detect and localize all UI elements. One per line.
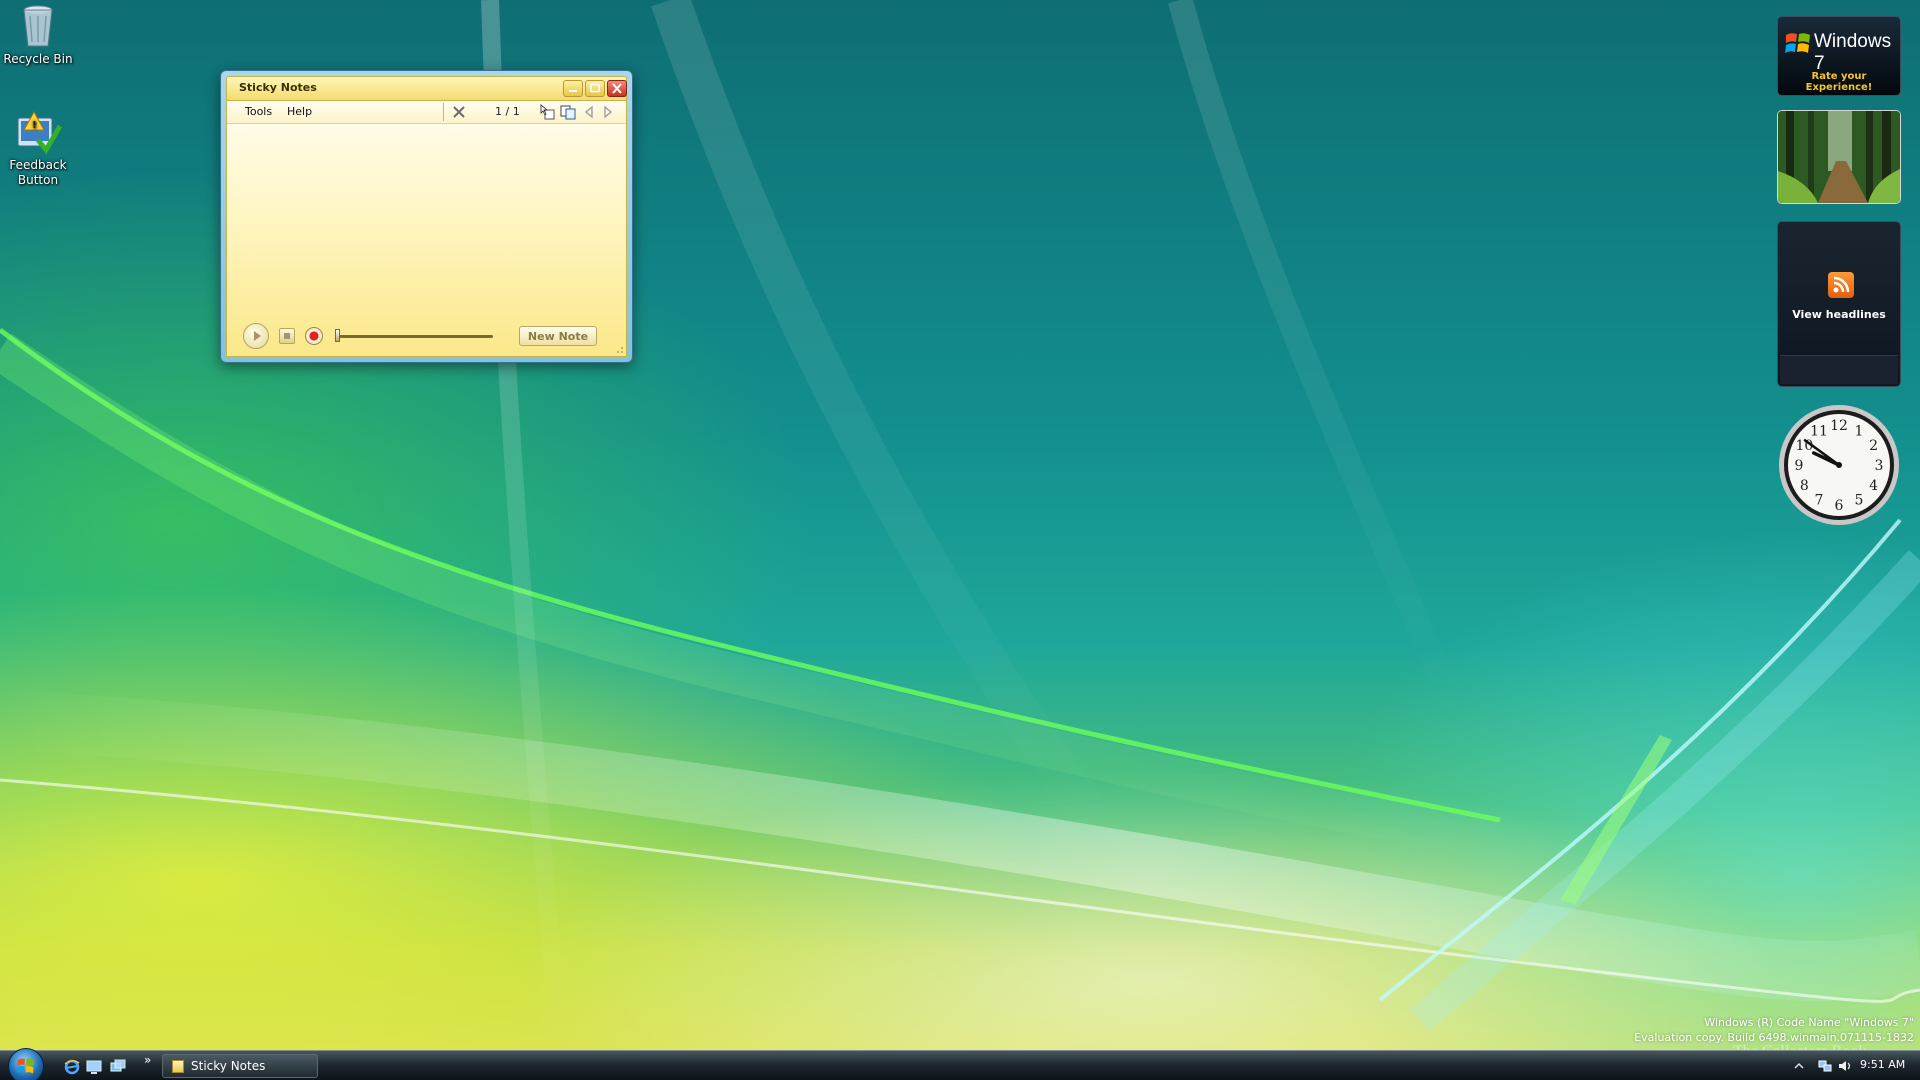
- record-button[interactable]: [305, 327, 323, 345]
- maximize-button[interactable]: [585, 80, 605, 97]
- watermark-line-1: Windows (R) Code Name "Windows 7": [1704, 1016, 1914, 1029]
- recycle-bin-icon: [23, 5, 53, 47]
- page-counter: 1 / 1: [495, 105, 520, 118]
- clock-numeral: 9: [1795, 458, 1804, 474]
- audio-seek-track[interactable]: [335, 335, 493, 338]
- feeds-footer: [1780, 355, 1898, 384]
- play-button[interactable]: [243, 323, 269, 349]
- slideshow-gadget[interactable]: [1777, 110, 1901, 204]
- taskbar-clock[interactable]: 9:51 AM: [1860, 1058, 1905, 1071]
- close-icon: [612, 83, 622, 94]
- windows7-gadget[interactable]: Windows 7 Rate your Experience!: [1777, 16, 1901, 96]
- clock-numeral: 3: [1875, 458, 1884, 474]
- windows7-title: Windows 7: [1814, 31, 1892, 74]
- send-note-icon[interactable]: [540, 104, 556, 120]
- desktop-icon-feedback-button[interactable]: ! Feedback Button: [0, 108, 78, 188]
- sticky-notes-icon: [172, 1060, 184, 1073]
- quick-launch-chevron[interactable]: »: [144, 1053, 151, 1067]
- rss-glyph-icon: [1833, 276, 1850, 293]
- feedback-button-label: Feedback Button: [9, 158, 67, 187]
- clock-gadget[interactable]: 1 2 3 4 5 6 7 8 9 10 11 12: [1777, 403, 1901, 527]
- feed-headlines-gadget[interactable]: View headlines: [1777, 221, 1901, 387]
- window-title: Sticky Notes: [239, 81, 317, 94]
- note-toolbar: Tools Help 1 / 1: [227, 101, 626, 124]
- desktop-icon-recycle-bin[interactable]: Recycle Bin: [0, 2, 78, 67]
- clock-numeral: 2: [1869, 438, 1878, 454]
- recycle-bin-label: Recycle Bin: [3, 52, 73, 66]
- play-icon: [254, 331, 261, 341]
- minimize-button[interactable]: [563, 80, 583, 97]
- start-button[interactable]: [8, 1048, 44, 1080]
- clock-numeral: 8: [1800, 478, 1809, 494]
- desktop: Recycle Bin ! Feedback Button Sticky Not…: [0, 0, 1920, 1080]
- minimize-icon: [569, 90, 577, 92]
- windows-logo-icon: [17, 1058, 34, 1074]
- stop-button[interactable]: [279, 328, 295, 344]
- note-footer: New Note: [227, 318, 626, 356]
- windows-flag-icon: [1785, 33, 1810, 53]
- close-button[interactable]: [607, 80, 627, 97]
- delete-note-icon[interactable]: [451, 104, 467, 120]
- switch-windows-icon[interactable]: [110, 1059, 126, 1075]
- svg-text:!: !: [32, 120, 37, 131]
- clock-numeral: 1: [1855, 423, 1864, 439]
- feedback-icon: !: [17, 110, 62, 155]
- clock-numeral: 7: [1815, 493, 1824, 509]
- taskbar-item-label: Sticky Notes: [191, 1059, 266, 1073]
- resize-grip-icon[interactable]: [614, 344, 624, 354]
- maximize-icon: [590, 83, 600, 93]
- show-hidden-icons-icon[interactable]: [1792, 1059, 1806, 1073]
- view-headlines-label[interactable]: View headlines: [1778, 308, 1900, 321]
- sticky-notes-titlebar[interactable]: Sticky Notes: [226, 76, 627, 101]
- volume-icon[interactable]: [1838, 1059, 1852, 1073]
- slideshow-image: [1778, 111, 1900, 203]
- analog-clock: 1234567891011 12: [1779, 405, 1899, 525]
- clock-numeral: 5: [1855, 493, 1864, 509]
- toolbar-separator: [443, 103, 444, 121]
- menu-tools[interactable]: Tools: [245, 105, 272, 118]
- clock-numeral: 12: [1830, 418, 1848, 434]
- show-desktop-icon[interactable]: [86, 1059, 102, 1075]
- note-area[interactable]: Tools Help 1 / 1 New Note: [226, 100, 627, 357]
- taskbar-item-sticky-notes[interactable]: Sticky Notes: [162, 1054, 318, 1078]
- sticky-notes-window[interactable]: Sticky Notes Tools Help 1 / 1 New Note: [220, 70, 633, 363]
- rate-experience-link[interactable]: Rate your Experience!: [1778, 71, 1900, 93]
- system-tray: 9:51 AM: [1784, 1051, 1920, 1080]
- clock-numeral: 6: [1835, 498, 1844, 514]
- build-watermark: Windows (R) Code Name "Windows 7" Evalua…: [1634, 1015, 1914, 1045]
- clock-numeral: 11: [1810, 423, 1828, 439]
- menu-help[interactable]: Help: [287, 105, 312, 118]
- rss-icon: [1828, 272, 1854, 298]
- new-note-button[interactable]: New Note: [519, 326, 597, 346]
- audio-seek-thumb[interactable]: [335, 329, 340, 342]
- previous-note-icon[interactable]: [581, 104, 597, 120]
- internet-explorer-icon[interactable]: [64, 1059, 80, 1075]
- clock-numeral: 4: [1869, 478, 1878, 494]
- copy-note-icon[interactable]: [560, 104, 576, 120]
- taskbar: » Sticky Notes 9:51 AM: [0, 1048, 1920, 1080]
- next-note-icon[interactable]: [600, 104, 616, 120]
- network-icon[interactable]: [1818, 1059, 1832, 1073]
- stop-icon: [284, 333, 290, 339]
